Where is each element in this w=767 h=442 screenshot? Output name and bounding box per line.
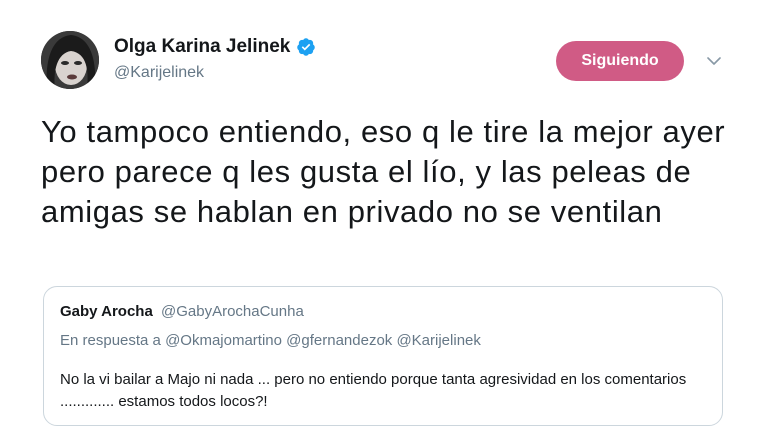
chevron-down-icon[interactable] xyxy=(703,50,725,72)
quoted-reply-context: En respuesta a @Okmajomartino @gfernande… xyxy=(60,332,481,349)
quoted-tweet-author: Gaby Arocha @GabyArochaCunha xyxy=(60,303,304,320)
author-handle[interactable]: @Karijelinek xyxy=(114,64,204,82)
quoted-tweet-text: No la vi bailar a Majo ni nada ... pero … xyxy=(60,371,687,410)
avatar[interactable] xyxy=(41,31,99,89)
author-name-row: Olga Karina Jelinek xyxy=(114,36,316,58)
avatar-image xyxy=(41,31,99,89)
following-button[interactable]: Siguiendo xyxy=(556,41,684,81)
quoted-author-name: Gaby Arocha xyxy=(60,303,153,320)
quoted-author-handle: @GabyArochaCunha xyxy=(160,303,304,320)
verified-badge-icon xyxy=(296,37,316,57)
tweet-text: Yo tampoco entiendo, eso q le tire la me… xyxy=(41,114,726,229)
tweet-card: Olga Karina Jelinek @Karijelinek Siguien… xyxy=(0,0,767,442)
author-display-name[interactable]: Olga Karina Jelinek xyxy=(114,36,290,58)
quoted-tweet[interactable]: Gaby Arocha @GabyArochaCunha En respuest… xyxy=(43,286,723,426)
